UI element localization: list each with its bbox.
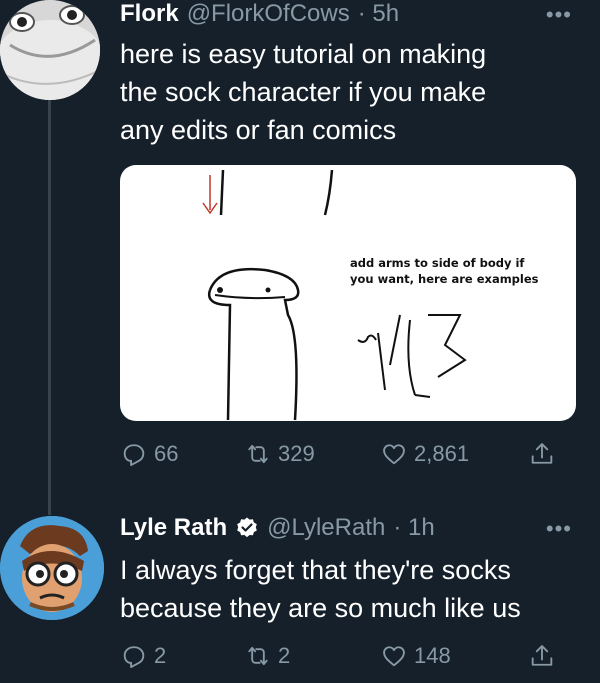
media-caption-line: you want, here are examples: [350, 272, 539, 286]
retweet-icon: [248, 646, 268, 666]
media-caption: add arms to side of body if you want, he…: [350, 255, 539, 287]
user-handle[interactable]: @FlorkOfCows: [187, 0, 350, 28]
tweet2-text: I always forget that they're socks becau…: [120, 551, 521, 627]
heart-icon: [383, 646, 405, 667]
share-icon: [531, 645, 553, 666]
like-count: 148: [414, 643, 451, 668]
timestamp[interactable]: · 1h: [393, 514, 434, 542]
tweet-text-line: because they are so much like us: [120, 593, 521, 623]
verified-icon: [237, 517, 257, 538]
tweet1-header: Flork @FlorkOfCows · 5h: [120, 0, 399, 28]
media-caption-line: add arms to side of body if: [350, 256, 525, 270]
tweet-text-line: I always forget that they're socks: [120, 555, 511, 585]
timestamp[interactable]: · 5h: [358, 0, 399, 28]
retweet-button[interactable]: 329: [244, 440, 380, 468]
tweet-text-line: the sock character if you make: [120, 77, 487, 107]
like-count: 2,861: [414, 441, 470, 466]
more-options-icon[interactable]: •••: [546, 516, 572, 542]
display-name[interactable]: Lyle Rath: [120, 514, 227, 542]
user-handle[interactable]: @LyleRath: [267, 514, 385, 542]
like-button[interactable]: 148: [380, 642, 528, 670]
tweet2-actions: 2 2 148: [120, 642, 576, 670]
tweet-text-line: any edits or fan comics: [120, 115, 397, 145]
tweet1-text: here is easy tutorial on making the sock…: [120, 35, 486, 149]
avatar-lyle-rath[interactable]: [0, 516, 104, 620]
retweet-count: 329: [278, 441, 315, 466]
share-button[interactable]: [528, 642, 556, 670]
retweet-count: 2: [278, 643, 291, 668]
retweet-icon: [248, 444, 268, 464]
tweet1-actions: 66 329 2,861: [120, 440, 576, 468]
thread-connector-line: [48, 95, 51, 515]
reply-button[interactable]: 2: [120, 642, 244, 670]
tweet2-header: Lyle Rath @LyleRath · 1h: [120, 514, 435, 542]
display-name[interactable]: Flork: [120, 0, 179, 28]
share-icon: [531, 443, 553, 464]
sock-drawing: [202, 169, 467, 421]
reply-icon: [123, 646, 145, 669]
retweet-button[interactable]: 2: [244, 642, 380, 670]
reply-icon: [123, 444, 145, 467]
heart-icon: [383, 444, 405, 465]
tweet-media-image[interactable]: add arms to side of body if you want, he…: [120, 165, 576, 421]
reply-button[interactable]: 66: [120, 440, 244, 468]
reply-count: 66: [154, 441, 179, 466]
avatar-flork[interactable]: [0, 0, 100, 100]
tweet-text-line: here is easy tutorial on making: [120, 39, 487, 69]
more-options-icon[interactable]: •••: [546, 2, 572, 28]
reply-count: 2: [154, 643, 167, 668]
like-button[interactable]: 2,861: [380, 440, 528, 468]
share-button[interactable]: [528, 440, 556, 468]
